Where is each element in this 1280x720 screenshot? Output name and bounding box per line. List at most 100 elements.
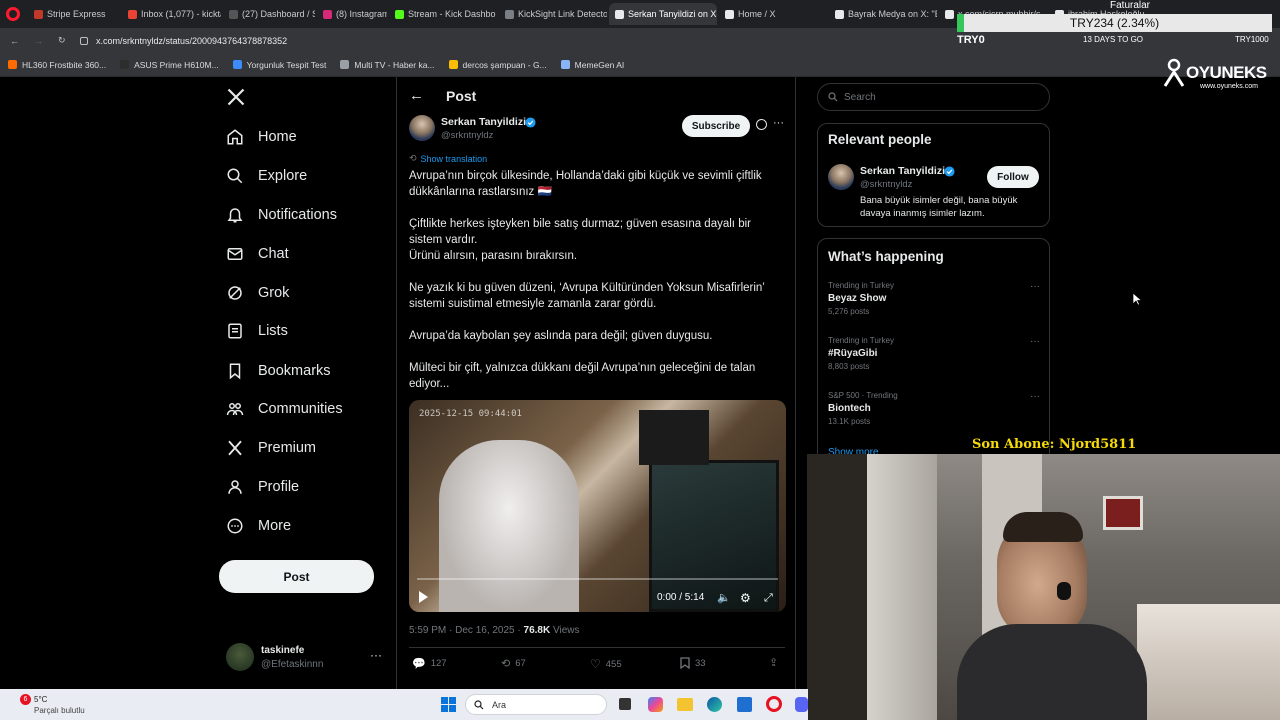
communities-icon — [226, 403, 244, 416]
nav-item-more[interactable]: More — [226, 517, 291, 535]
divider — [409, 647, 785, 648]
browser-tab[interactable]: Serkan Tanyildizi on X: "A — [609, 3, 717, 25]
fullscreen-icon[interactable]: ⤢ — [764, 592, 773, 605]
translate-icon: ⟲ — [409, 153, 417, 163]
person-name[interactable]: Serkan Tanyildizi — [860, 165, 945, 177]
back-icon[interactable]: ← — [10, 36, 22, 46]
nav-item-profile[interactable]: Profile — [226, 478, 299, 496]
account-handle: @Efetaskinnn — [261, 659, 324, 670]
forward-icon[interactable]: → — [34, 36, 46, 46]
play-icon[interactable] — [419, 591, 428, 603]
browser-tab[interactable]: (8) Instagram — [317, 3, 387, 25]
post-button[interactable]: Post — [219, 560, 374, 593]
trend-item[interactable]: S&P 500 · Trending Biontech 13.1K posts ··· — [828, 391, 1040, 426]
nav-item-notifications[interactable]: Notifications — [226, 206, 337, 224]
trend-item[interactable]: Trending in Turkey Beyaz Show 5,276 posts ·… — [828, 281, 1040, 316]
notification-badge: 6 — [20, 694, 31, 705]
like-button[interactable]: ♡ 455 — [590, 657, 622, 671]
bookmark-item[interactable]: Multi TV - Haber ka... — [340, 60, 435, 70]
file-explorer-icon[interactable] — [677, 698, 693, 711]
edge-icon[interactable] — [707, 697, 722, 712]
try1000-label: TRY1000 — [1235, 35, 1269, 44]
nav-item-home[interactable]: Home — [226, 128, 297, 146]
trend-more-icon[interactable]: ··· — [1030, 281, 1040, 292]
opera-taskbar-icon[interactable] — [766, 696, 782, 712]
account-switcher[interactable]: taskinefe @Efetaskinnn ··· — [226, 643, 386, 673]
browser-tab[interactable]: Inbox (1,077) - kickta — [122, 3, 221, 25]
nav-item-bookmarks[interactable]: Bookmarks — [226, 362, 331, 380]
tab-label: Inbox (1,077) - kickta — [141, 9, 221, 19]
url-field[interactable]: x.com/srkntnyldz/status/2000943764378878… — [96, 36, 287, 46]
person-avatar[interactable] — [828, 164, 854, 190]
webcam-person-body — [957, 624, 1147, 720]
browser-tab[interactable]: (27) Dashboard / Stre — [223, 3, 315, 25]
nav-item-explore[interactable]: Explore — [226, 167, 307, 185]
grok-icon — [228, 286, 242, 300]
subscribe-button[interactable]: Subscribe — [682, 115, 750, 137]
trend-item[interactable]: Trending in Turkey #RüyaGibi 8,803 posts ··… — [828, 336, 1040, 371]
more-dots-icon[interactable]: ··· — [773, 117, 784, 129]
person-bio: Bana büyük isimler değil, bana büyük dav… — [860, 195, 1018, 219]
show-translation-link[interactable]: ⟲ Show translation — [409, 153, 487, 164]
browser-tab[interactable]: Home / X — [719, 3, 827, 25]
more-dots-icon[interactable]: ··· — [370, 648, 382, 662]
bookmark-icon — [229, 363, 241, 380]
settings-gear-icon[interactable]: ⚙ — [740, 591, 751, 605]
volume-icon[interactable]: 🔈 — [717, 591, 731, 604]
weather-temp: 5°C — [34, 695, 48, 704]
grok-icon[interactable] — [756, 119, 767, 130]
post-button-label: Post — [283, 569, 310, 584]
trend-more-icon[interactable]: ··· — [1030, 391, 1040, 402]
browser-tab[interactable]: Stripe Express — [28, 3, 120, 25]
trend-more-icon[interactable]: ··· — [1030, 336, 1040, 347]
windows-start-icon[interactable] — [441, 697, 456, 712]
author-name[interactable]: Serkan Tanyildizi — [441, 116, 526, 128]
video-player[interactable]: 2025-12-15 09:44:01 0:00 / 5:14 🔈 ⚙ ⤢ — [409, 400, 786, 612]
bookmark-item[interactable]: MemeGen AI — [560, 60, 624, 70]
browser-tab[interactable]: Bayrak Medya on X: "B — [829, 3, 937, 25]
search-box[interactable]: Search — [817, 83, 1050, 111]
reply-button[interactable]: 💬 127 — [412, 657, 447, 670]
follow-label: Follow — [997, 171, 1029, 183]
repost-button[interactable]: ⟲ 67 — [501, 657, 526, 670]
opera-logo-icon[interactable] — [6, 7, 20, 21]
nav-item-lists[interactable]: Lists — [226, 322, 288, 340]
trend-meta: S&P 500 · Trending — [828, 391, 898, 400]
bookmark-item[interactable]: ASUS Prime H610M... — [120, 60, 219, 70]
tab-favicon-icon — [128, 9, 137, 19]
task-view-icon[interactable] — [619, 698, 631, 710]
nav-item-grok[interactable]: Grok — [226, 284, 289, 302]
browser-tab[interactable]: Stream - Kick Dashbo — [389, 3, 497, 25]
bookmark-item[interactable]: dercos şampuan - G... — [448, 60, 547, 70]
browser-tab[interactable]: KickSight Link Detecto — [499, 3, 607, 25]
bookmark-button[interactable]: 33 — [680, 657, 706, 669]
nav-item-premium[interactable]: Premium — [226, 439, 316, 457]
taskbar-search[interactable]: Ara — [465, 694, 607, 715]
follow-button[interactable]: Follow — [987, 166, 1039, 188]
post-column: ← Post Serkan Tanyildizi @srkntnyldz Sub… — [396, 77, 796, 689]
donation-goal-bar: TRY234 (2.34%) — [957, 14, 1272, 32]
nav-item-label: Grok — [258, 285, 290, 301]
verified-badge-icon — [944, 166, 955, 177]
faturalar-label: Faturalar — [1110, 0, 1151, 11]
nav-item-communities[interactable]: Communities — [226, 400, 343, 418]
discord-icon[interactable] — [795, 697, 808, 712]
video-progress-track[interactable] — [417, 578, 778, 580]
person-icon — [228, 480, 242, 494]
reload-icon[interactable]: ↻ — [58, 35, 70, 46]
back-arrow-icon[interactable]: ← — [409, 87, 424, 104]
video-scene-board — [639, 410, 709, 465]
tab-label: Serkan Tanyildizi on X: "A — [628, 9, 717, 19]
bookmark-item[interactable]: HL360 Frostbite 360... — [8, 60, 106, 70]
copilot-icon[interactable] — [648, 697, 663, 712]
store-icon[interactable] — [737, 697, 752, 712]
search-input[interactable]: Search — [844, 92, 876, 103]
x-logo-icon[interactable] — [226, 87, 246, 112]
tab-label: KickSight Link Detecto — [518, 9, 607, 19]
bookmark-item[interactable]: Yorgunluk Tespit Test — [232, 60, 326, 70]
share-icon[interactable]: ⇪ — [769, 656, 778, 669]
post-timestamp[interactable]: 5:59 PM · Dec 16, 2025 · — [409, 625, 521, 636]
trend-posts: 8,803 posts — [828, 362, 870, 371]
author-avatar[interactable] — [409, 115, 435, 141]
nav-item-chat[interactable]: Chat — [226, 245, 289, 263]
